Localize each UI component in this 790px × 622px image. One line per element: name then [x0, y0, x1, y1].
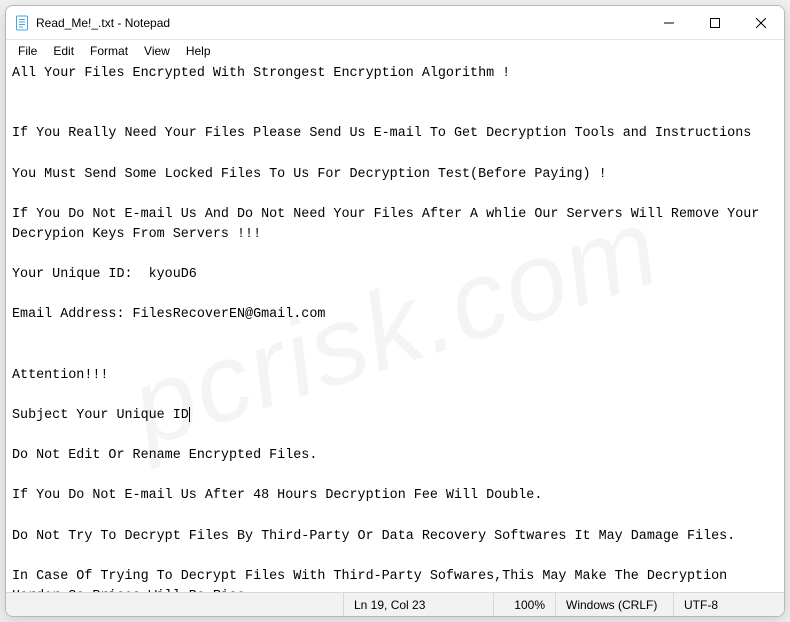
minimize-button[interactable]: [646, 6, 692, 39]
menu-file[interactable]: File: [10, 42, 45, 60]
status-spacer: [6, 593, 344, 616]
notepad-icon: [14, 15, 30, 31]
window-title: Read_Me!_.txt - Notepad: [36, 16, 646, 30]
text-before-caret: All Your Files Encrypted With Strongest …: [12, 66, 767, 423]
menu-help[interactable]: Help: [178, 42, 219, 60]
status-encoding: UTF-8: [674, 593, 784, 616]
text-after-caret: Do Not Edit Or Rename Encrypted Files. I…: [12, 448, 735, 592]
menu-edit[interactable]: Edit: [45, 42, 82, 60]
text-caret: [189, 407, 190, 422]
titlebar: Read_Me!_.txt - Notepad: [6, 6, 784, 40]
window-controls: [646, 6, 784, 39]
text-area[interactable]: All Your Files Encrypted With Strongest …: [6, 62, 784, 592]
statusbar: Ln 19, Col 23 100% Windows (CRLF) UTF-8: [6, 592, 784, 616]
menu-view[interactable]: View: [136, 42, 178, 60]
status-zoom: 100%: [494, 593, 556, 616]
minimize-icon: [664, 18, 674, 28]
close-icon: [756, 18, 766, 28]
status-position: Ln 19, Col 23: [344, 593, 494, 616]
notepad-window: Read_Me!_.txt - Notepad File Edit Format…: [5, 5, 785, 617]
maximize-button[interactable]: [692, 6, 738, 39]
close-button[interactable]: [738, 6, 784, 39]
maximize-icon: [710, 18, 720, 28]
status-line-ending: Windows (CRLF): [556, 593, 674, 616]
menu-format[interactable]: Format: [82, 42, 136, 60]
menubar: File Edit Format View Help: [6, 40, 784, 62]
